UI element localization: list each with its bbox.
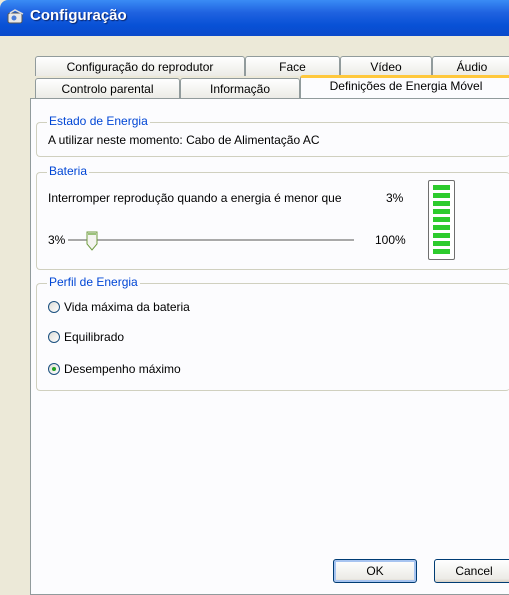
battery-threshold-text: Interromper reprodução quando a energia … (48, 191, 342, 205)
tab-player-configuration[interactable]: Configuração do reprodutor (35, 56, 245, 76)
radio-button-selected[interactable] (48, 363, 60, 375)
radio-selected-dot (52, 367, 56, 371)
title-bar[interactable]: Configuração (0, 0, 509, 36)
tab-mobile-power-settings[interactable]: Definições de Energia Móvel (300, 75, 509, 98)
configuration-dialog: Configuração Configuração do reprodutor … (0, 0, 509, 595)
battery-label: Bateria (47, 164, 90, 178)
slider-min-label: 3% (48, 233, 66, 247)
battery-slider-thumb[interactable] (86, 231, 98, 251)
radio-label: Equilibrado (64, 330, 125, 344)
ok-button[interactable]: OK (333, 559, 417, 583)
tab-information[interactable]: Informação (180, 78, 300, 98)
media-player-icon (7, 9, 24, 24)
power-status-text: A utilizar neste momento: Cabo de Alimen… (48, 133, 320, 147)
tab-skin[interactable]: Face (245, 56, 340, 76)
battery-slider-track[interactable] (68, 239, 354, 242)
tab-video[interactable]: Vídeo (340, 56, 432, 76)
window-title: Configuração (30, 7, 127, 24)
radio-button[interactable] (48, 331, 60, 343)
radio-label: Desempenho máximo (64, 362, 181, 376)
cancel-button[interactable]: Cancel (434, 559, 509, 583)
battery-threshold-value: 3% (386, 191, 404, 205)
tab-audio[interactable]: Áudio (432, 56, 509, 76)
power-profile-label: Perfil de Energia (47, 275, 140, 289)
tab-parental-control[interactable]: Controlo parental (35, 78, 180, 98)
slider-max-label: 100% (375, 233, 406, 247)
radio-label: Vida máxima da bateria (64, 300, 190, 314)
battery-level-meter (428, 180, 455, 260)
radio-button[interactable] (48, 301, 60, 313)
power-status-label: Estado de Energia (47, 114, 150, 128)
